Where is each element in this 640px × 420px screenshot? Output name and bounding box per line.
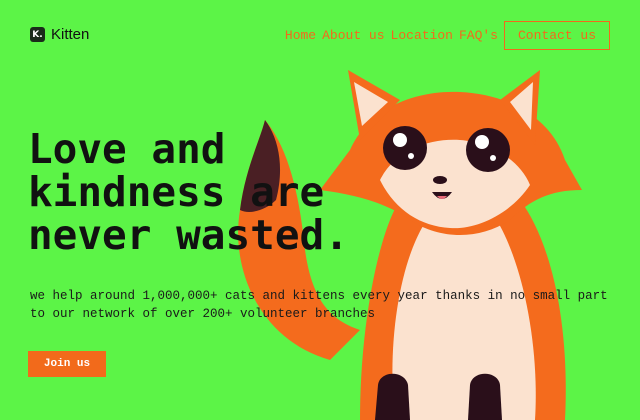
- nav-item-home[interactable]: Home: [285, 28, 316, 43]
- brand-name: Kitten: [51, 26, 90, 43]
- fox-paw-left: [375, 373, 410, 420]
- brand-mark-icon: K.: [30, 27, 45, 42]
- join-us-button[interactable]: Join us: [28, 351, 106, 377]
- hero-title-line: Love and: [28, 125, 226, 173]
- contact-button[interactable]: Contact us: [503, 21, 610, 50]
- nav-item-about[interactable]: About us: [322, 28, 384, 43]
- top-nav: Home About us Location FAQ's Contact us: [285, 21, 610, 50]
- hero-title: Love and kindness are never wasted.: [28, 128, 388, 257]
- brand-logo[interactable]: K. Kitten: [30, 26, 89, 43]
- nav-item-faq[interactable]: FAQ's: [459, 28, 498, 43]
- hero-title-line: kindness are: [28, 168, 325, 216]
- fox-nose: [433, 176, 447, 184]
- fox-paw-right: [468, 373, 502, 420]
- hero-subtitle: we help around 1,000,000+ cats and kitte…: [30, 289, 608, 321]
- hero-title-line: never wasted.: [28, 211, 349, 259]
- fox-eye-left: [383, 126, 427, 170]
- nav-item-location[interactable]: Location: [391, 28, 453, 43]
- fox-eye-right: [466, 128, 510, 172]
